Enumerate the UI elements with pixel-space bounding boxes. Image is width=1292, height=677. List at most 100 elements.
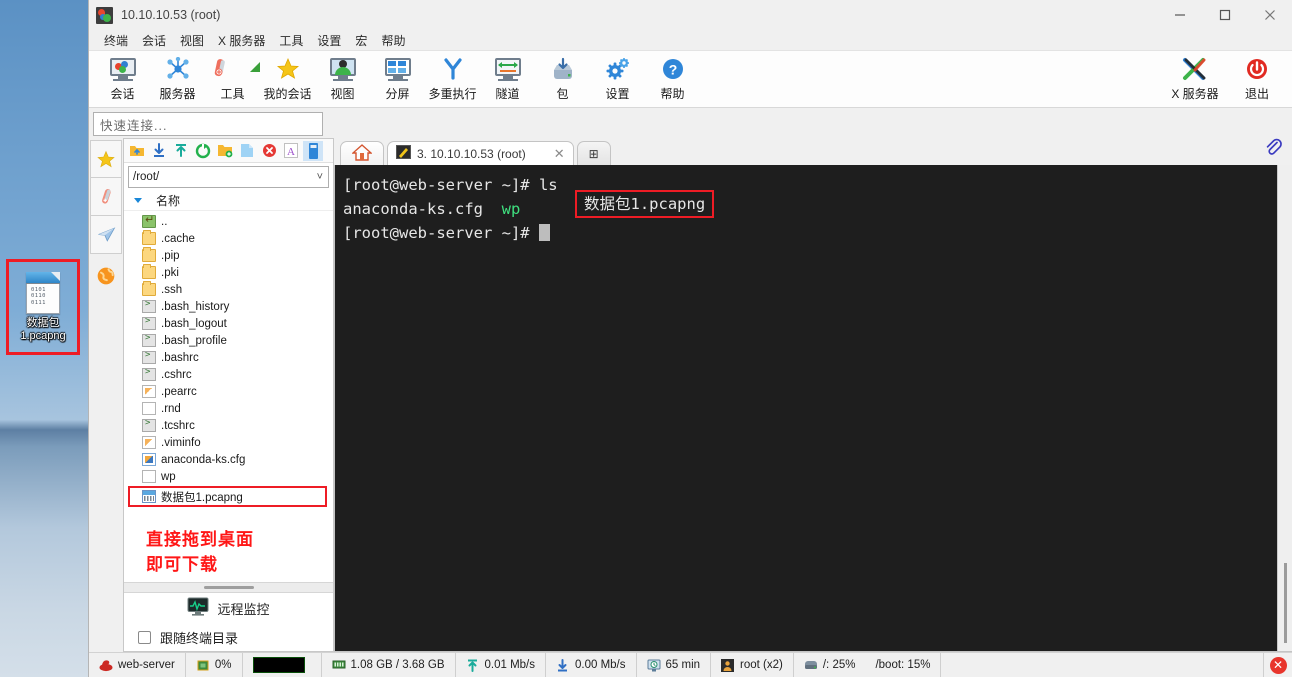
rail-button-tools[interactable] [90,178,122,216]
toolbar-button-tunnel[interactable]: 隧道 [480,51,535,106]
toolbar-button-xserver[interactable]: X 服务器 [1164,51,1226,106]
remote-monitor-button[interactable]: 远程监控 [124,593,333,623]
toolbar-button-packages[interactable]: 包 [535,51,590,106]
menu-item-settings[interactable]: 设置 [310,30,348,51]
sidebar-splitter[interactable] [124,582,333,593]
close-button[interactable] [1247,0,1292,30]
rail-button-web[interactable] [90,254,122,298]
menu-item-macros[interactable]: 宏 [348,30,374,51]
rail-button-favorites[interactable] [90,140,122,178]
list-item[interactable]: .cshrc [124,366,333,383]
maximize-button[interactable] [1202,0,1247,30]
list-item[interactable]: .pearrc [124,383,333,400]
sftp-column-header[interactable]: 名称 [124,191,333,211]
refresh-icon[interactable] [193,141,213,161]
follow-terminal-folder-row[interactable]: 跟随终端目录 [124,623,333,651]
list-item[interactable]: .cache [124,230,333,247]
toolbar-button-settings[interactable]: 设置 [590,51,645,106]
status-users[interactable]: root (x2) [711,653,794,677]
go-up-folder-icon[interactable] [127,141,147,161]
list-item[interactable]: .pip [124,247,333,264]
upload-icon [466,659,479,672]
toolbar-button-exit[interactable]: 退出 [1226,51,1288,106]
status-upload[interactable]: 0.01 Mb/s [456,653,546,677]
toolbar-button-split[interactable]: 分屏 [370,51,425,106]
new-folder-icon[interactable] [215,141,235,161]
sort-arrow-icon [134,198,142,203]
sftp-file-list[interactable]: .. .cache .pip .pki .ssh .bash_history .… [124,211,333,513]
status-download[interactable]: 0.00 Mb/s [546,653,637,677]
scrollbar-thumb[interactable] [1284,563,1287,643]
pcapng-file-icon [142,490,156,503]
status-host[interactable]: web-server [89,653,186,677]
menu-item-sessions[interactable]: 会话 [135,30,173,51]
paperclip-icon[interactable] [1264,138,1282,161]
toolbar-button-help[interactable]: ? 帮助 [645,51,700,106]
menu-item-xserver[interactable]: X 服务器 [211,30,272,51]
upload-icon[interactable] [171,141,191,161]
status-uptime[interactable]: 65 min [637,653,712,677]
terminal-cursor [538,224,550,241]
delete-icon[interactable] [259,141,279,161]
menu-item-help[interactable]: 帮助 [374,30,412,51]
toolbar-button-tools[interactable]: 工具 [205,51,260,106]
toolbar-button-sessions[interactable]: 会话 [95,51,150,106]
menu-item-tools[interactable]: 工具 [272,30,310,51]
file-name: .pki [161,266,179,279]
sftp-path-field[interactable]: /root/ ˅ [128,166,329,188]
status-ram-label: 1.08 GB / 3.68 GB [350,659,445,671]
status-host-label: web-server [118,659,175,671]
list-item[interactable]: anaconda-ks.cfg [124,451,333,468]
list-item[interactable]: .tcshrc [124,417,333,434]
status-close-button[interactable]: ✕ [1264,653,1292,677]
status-graph[interactable] [243,653,322,677]
list-item[interactable]: .rnd [124,400,333,417]
list-item[interactable]: .bash_profile [124,332,333,349]
list-item-highlighted-pcapng[interactable]: 数据包1.pcapng [128,486,327,507]
status-disk-boot[interactable]: /boot: 15% [865,653,942,677]
list-item[interactable]: .bash_history [124,298,333,315]
desktop-file-icon[interactable]: 0101 0110 0111 数据包 1.pcapng [6,259,80,355]
download-icon[interactable] [149,141,169,161]
list-item[interactable]: .. [124,213,333,230]
follow-terminal-checkbox[interactable] [138,630,151,644]
list-item[interactable]: .ssh [124,281,333,298]
status-disk-root[interactable]: /: 25% [794,653,866,677]
rail-button-send[interactable] [90,216,122,254]
status-users-label: root (x2) [740,659,783,671]
quick-connect-input[interactable]: 快速连接... [93,112,323,136]
minimize-button[interactable] [1157,0,1202,30]
status-ram[interactable]: 1.08 GB / 3.68 GB [322,653,456,677]
tab-close-icon[interactable]: ✕ [554,146,565,162]
menu-item-view[interactable]: 视图 [173,30,211,51]
new-file-icon[interactable] [237,141,257,161]
toolbar-button-my-sessions[interactable]: 我的会话 [260,51,315,106]
toolbar-label-tools: 工具 [220,87,245,101]
toolbar-button-multiexec[interactable]: 多重执行 [425,51,480,106]
terminal-output[interactable]: [root@web-server ~]# ls anaconda-ks.cfg … [334,165,1292,652]
terminal-text: [root@web-server ~]# ls [343,176,558,194]
rename-icon[interactable]: A [281,141,301,161]
list-item[interactable]: .bash_logout [124,315,333,332]
toolbar-label-xserver: X 服务器 [1171,87,1219,101]
tab-session-1[interactable]: 3. 10.10.10.53 (root) ✕ [387,141,574,165]
chevron-down-icon[interactable]: ˅ [317,171,323,183]
list-item[interactable]: .viminfo [124,434,333,451]
monitor-graph-icon [187,597,209,619]
status-cpu[interactable]: 0% [186,653,243,677]
shell-file-icon [142,299,156,313]
menu-bar: 终端 会话 视图 X 服务器 工具 设置 宏 帮助 [89,30,1292,51]
pcapng-file-glyph: 0101 0110 0111 [26,271,60,314]
list-item[interactable]: .bashrc [124,349,333,366]
tab-home[interactable] [340,141,384,165]
terminal-line-3: [root@web-server ~]# [343,221,1292,245]
split-screen-icon [384,55,411,83]
list-item[interactable]: wp [124,468,333,485]
toolbar-button-view[interactable]: 视图 [315,51,370,106]
usb-icon[interactable] [303,140,323,161]
toolbar-button-servers[interactable]: 服务器 [150,51,205,106]
list-item[interactable]: .pki [124,264,333,281]
tab-add-button[interactable]: ⊞ [576,141,611,165]
terminal-scrollbar[interactable] [1277,165,1292,651]
menu-item-terminal[interactable]: 终端 [97,30,135,51]
